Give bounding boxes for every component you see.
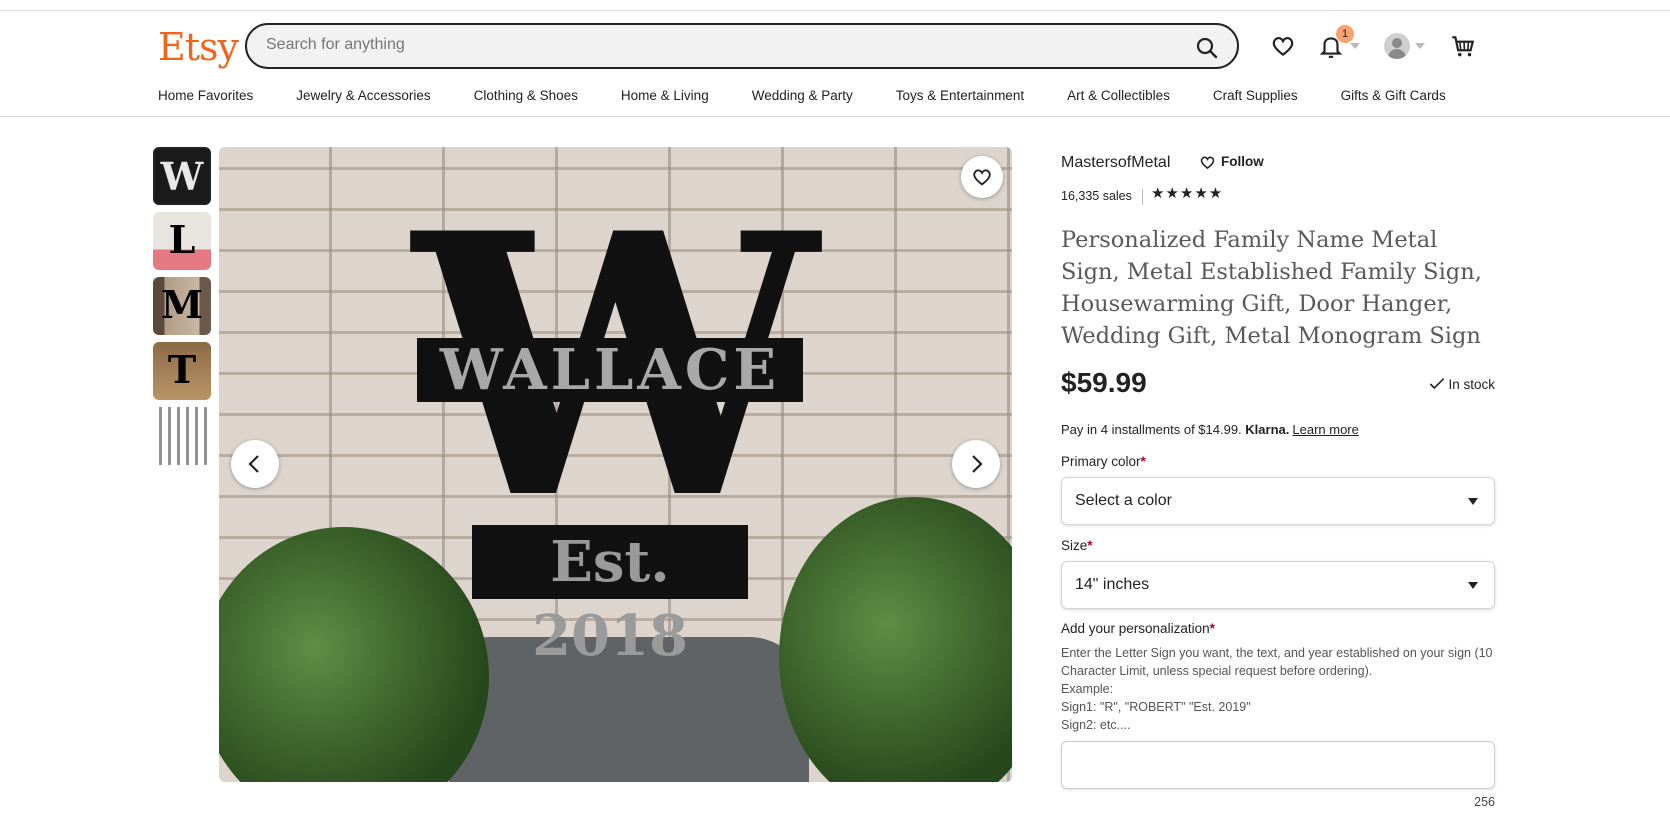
nav-wedding-party[interactable]: Wedding & Party xyxy=(752,88,853,103)
size-label: Size* xyxy=(1061,538,1093,553)
size-select[interactable]: 14" inches xyxy=(1061,561,1495,609)
sign-year-plate: Est. 2018 xyxy=(472,525,748,669)
chevron-left-icon xyxy=(248,455,259,473)
heart-icon xyxy=(1200,156,1215,170)
search-input[interactable] xyxy=(264,35,1148,55)
thumbnail-5[interactable] xyxy=(153,407,211,465)
search-icon[interactable] xyxy=(1195,36,1219,60)
nav-clothing-shoes[interactable]: Clothing & Shoes xyxy=(474,88,578,103)
category-nav: Home Favorites Jewelry & Accessories Clo… xyxy=(158,88,1446,103)
primary-color-label: Primary color* xyxy=(1061,454,1146,469)
thumbnail-4[interactable]: T xyxy=(153,342,211,400)
dropdown-arrow-icon xyxy=(1468,582,1478,589)
favorite-button[interactable] xyxy=(961,156,1003,198)
nav-home-living[interactable]: Home & Living xyxy=(621,88,709,103)
etsy-logo[interactable]: Etsy xyxy=(158,25,239,69)
nav-gifts-gift-cards[interactable]: Gifts & Gift Cards xyxy=(1341,88,1446,103)
dropdown-arrow-icon xyxy=(1468,498,1478,505)
heart-icon xyxy=(973,169,991,186)
nav-art-collectibles[interactable]: Art & Collectibles xyxy=(1067,88,1170,103)
personalization-textarea[interactable] xyxy=(1061,741,1495,789)
notifications-chevron-down-icon[interactable] xyxy=(1350,43,1360,49)
nav-craft-supplies[interactable]: Craft Supplies xyxy=(1213,88,1298,103)
thumbnail-strip: W L M T xyxy=(153,147,213,472)
character-count: 256 xyxy=(1474,795,1495,809)
nav-home-favorites[interactable]: Home Favorites xyxy=(158,88,253,103)
personalization-label: Add your personalization* xyxy=(1061,621,1215,636)
favorites-heart-icon[interactable] xyxy=(1270,33,1296,59)
primary-color-select[interactable]: Select a color xyxy=(1061,477,1495,525)
thumbnail-2[interactable]: L xyxy=(153,212,211,270)
price: $59.99 xyxy=(1061,367,1147,398)
shop-name-link[interactable]: MastersofMetal xyxy=(1061,154,1170,172)
follow-shop-button[interactable]: Follow xyxy=(1199,154,1264,170)
main-product-image: W WALLACE Est. 2018 xyxy=(219,147,1012,782)
nav-toys-entertainment[interactable]: Toys & Entertainment xyxy=(896,88,1024,103)
chevron-right-icon xyxy=(972,455,983,473)
stock-status: In stock xyxy=(1429,377,1495,392)
learn-more-link[interactable]: Learn more xyxy=(1292,422,1358,437)
sales-count: 16,335 sales xyxy=(1061,189,1132,203)
next-image-button[interactable] xyxy=(952,440,1000,488)
klarna-installments: Pay in 4 installments of $14.99. Klarna.… xyxy=(1061,422,1359,437)
notification-badge: 1 xyxy=(1336,25,1354,43)
thumbnail-1[interactable]: W xyxy=(153,147,211,205)
personalization-instructions: Enter the Letter Sign you want, the text… xyxy=(1061,646,1493,732)
account-chevron-down-icon[interactable] xyxy=(1415,43,1425,49)
cart-icon[interactable] xyxy=(1450,33,1476,59)
avatar[interactable] xyxy=(1384,33,1410,59)
thumbnail-3[interactable]: M xyxy=(153,277,211,335)
search-bar[interactable] xyxy=(245,23,1239,69)
star-rating[interactable]: ★★★★★ xyxy=(1151,184,1223,202)
site-header: Etsy 1 Home Favorites Jewelry & Accessor… xyxy=(0,11,1670,117)
previous-image-button[interactable] xyxy=(231,440,279,488)
sign-name-plate: WALLACE xyxy=(417,338,803,402)
checkmark-icon xyxy=(1429,378,1444,390)
nav-jewelry-accessories[interactable]: Jewelry & Accessories xyxy=(296,88,430,103)
klarna-brand: Klarna. xyxy=(1245,422,1290,437)
divider xyxy=(1142,189,1143,205)
listing-title: Personalized Family Name Metal Sign, Met… xyxy=(1061,227,1482,349)
